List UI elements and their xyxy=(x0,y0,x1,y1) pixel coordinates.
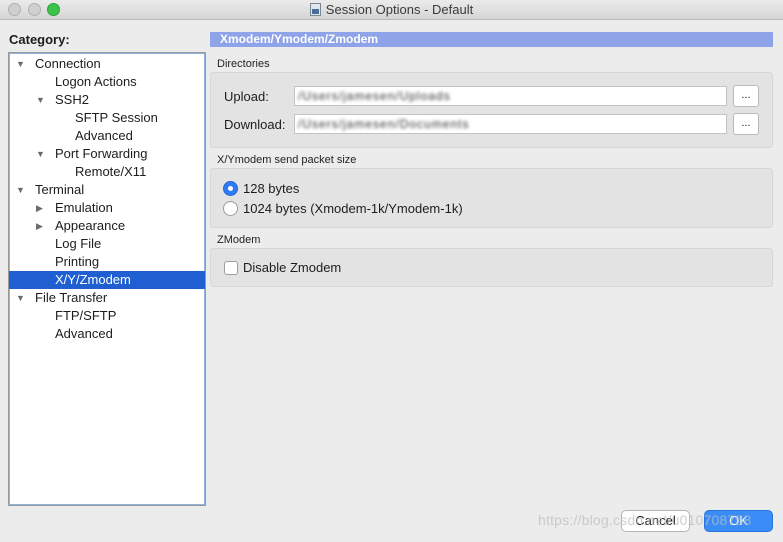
tree-item-sftp-session[interactable]: SFTP Session xyxy=(9,109,205,127)
tree-item-label: Remote/X11 xyxy=(75,164,147,179)
tree-item-label: Log File xyxy=(55,236,102,251)
category-tree[interactable]: ▼ Connection Logon Actions ▼ SSH2 SFTP Sessio… xyxy=(8,52,206,506)
tree-item-appearance[interactable]: ▶ Appearance xyxy=(9,217,205,235)
disable-zmodem-checkbox[interactable] xyxy=(224,261,238,275)
directories-group xyxy=(210,72,773,148)
tree-item-terminal[interactable]: ▼ Terminal xyxy=(9,181,205,199)
tree-item-label: Printing xyxy=(55,254,100,269)
tree-item-label: Appearance xyxy=(55,218,126,233)
upload-path-input[interactable]: /Users/jamesen/Uploads xyxy=(294,86,727,106)
tree-item-label: FTP/SFTP xyxy=(55,308,117,323)
disable-zmodem-label: Disable Zmodem xyxy=(243,260,342,275)
window-title-wrap: Session Options - Default xyxy=(0,2,783,17)
collapsed-arrow-icon[interactable]: ▶ xyxy=(36,217,43,235)
download-label: Download: xyxy=(224,117,286,132)
tree-item-label: Connection xyxy=(35,56,101,71)
tree-item-label: Terminal xyxy=(35,182,85,197)
expanded-arrow-icon[interactable]: ▼ xyxy=(36,145,45,163)
radio-1024-bytes[interactable]: 1024 bytes (Xmodem-1k/Ymodem-1k) xyxy=(223,201,463,219)
download-path-input[interactable]: /Users/jamesen/Documents xyxy=(294,114,727,134)
radio-128-bytes[interactable]: 128 bytes xyxy=(223,181,299,199)
watermark-text: https://blog.csdn.net/u010708758 xyxy=(538,512,752,528)
radio-128-label: 128 bytes xyxy=(243,181,300,196)
upload-label: Upload: xyxy=(224,89,269,104)
tree-item-printing[interactable]: Printing xyxy=(9,253,205,271)
tree-item-label: Logon Actions xyxy=(55,74,137,89)
expanded-arrow-icon[interactable]: ▼ xyxy=(36,91,45,109)
tree-item-ssh2[interactable]: ▼ SSH2 xyxy=(9,91,205,109)
tree-item-remote-x11[interactable]: Remote/X11 xyxy=(9,163,205,181)
tree-item-ftp-sftp[interactable]: FTP/SFTP xyxy=(9,307,205,325)
expanded-arrow-icon[interactable]: ▼ xyxy=(16,181,25,199)
radio-1024-label: 1024 bytes (Xmodem-1k/Ymodem-1k) xyxy=(243,201,463,216)
tree-item-label: Port Forwarding xyxy=(55,146,148,161)
title-bar: Session Options - Default xyxy=(0,0,783,20)
tree-item-label: X/Y/Zmodem xyxy=(55,272,131,287)
tree-item-emulation[interactable]: ▶ Emulation xyxy=(9,199,205,217)
upload-path-value: /Users/jamesen/Uploads xyxy=(298,89,451,103)
tree-item-port-forwarding[interactable]: ▼ Port Forwarding xyxy=(9,145,205,163)
tree-item-file-transfer[interactable]: ▼ File Transfer xyxy=(9,289,205,307)
document-icon xyxy=(309,3,321,16)
tree-item-label: SSH2 xyxy=(55,92,89,107)
window-title: Session Options - Default xyxy=(325,2,474,17)
radio-128-indicator[interactable] xyxy=(223,181,238,196)
section-header: Xmodem/Ymodem/Zmodem xyxy=(210,32,773,47)
tree-item-label: Emulation xyxy=(55,200,113,215)
tree-item-x-y-zmodem[interactable]: X/Y/Zmodem xyxy=(9,271,205,289)
tree-item-log-file[interactable]: Log File xyxy=(9,235,205,253)
tree-item-advanced[interactable]: Advanced xyxy=(9,325,205,343)
zmodem-group-label: ZModem xyxy=(217,234,261,246)
download-browse-button[interactable]: ... xyxy=(733,113,759,135)
disable-zmodem-checkbox-row[interactable]: Disable Zmodem xyxy=(224,260,341,278)
download-path-value: /Users/jamesen/Documents xyxy=(298,117,470,131)
tree-item-label: File Transfer xyxy=(35,290,108,305)
collapsed-arrow-icon[interactable]: ▶ xyxy=(36,199,43,217)
packet-size-group-label: X/Ymodem send packet size xyxy=(217,154,357,166)
upload-browse-button[interactable]: ... xyxy=(733,85,759,107)
tree-item-label: SFTP Session xyxy=(75,110,158,125)
expanded-arrow-icon[interactable]: ▼ xyxy=(16,55,25,73)
tree-item-connection[interactable]: ▼ Connection xyxy=(9,55,205,73)
expanded-arrow-icon[interactable]: ▼ xyxy=(16,289,25,307)
tree-item-label: Advanced xyxy=(55,326,113,341)
tree-item-label: Advanced xyxy=(75,128,133,143)
tree-item-logon-actions[interactable]: Logon Actions xyxy=(9,73,205,91)
category-label: Category: xyxy=(9,32,70,47)
directories-group-label: Directories xyxy=(217,58,270,70)
tree-item-advanced[interactable]: Advanced xyxy=(9,127,205,145)
radio-1024-indicator[interactable] xyxy=(223,201,238,216)
